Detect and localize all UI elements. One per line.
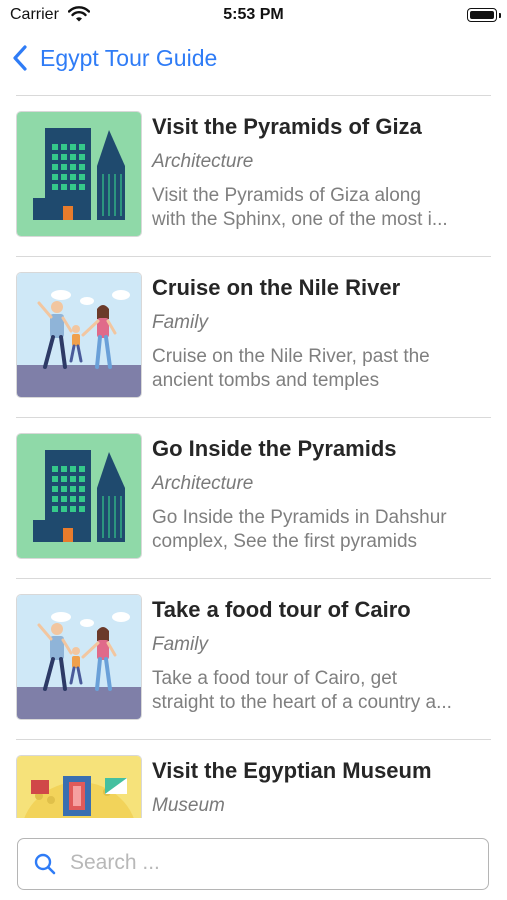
status-bar: Carrier 5:53 PM [0, 0, 507, 32]
tour-description-line: complex, See the first pyramids [152, 531, 418, 552]
tour-description: Take a food tour of Cairo, get straight … [152, 667, 492, 715]
tour-category: Family [152, 634, 208, 655]
back-button[interactable]: Egypt Tour Guide [10, 40, 217, 76]
tour-category: Architecture [152, 473, 254, 494]
battery-icon [467, 8, 497, 22]
tour-row[interactable]: Visit the Egyptian Museum Museum [0, 740, 507, 818]
tour-description-line: with the Sphinx, one of the most i... [152, 209, 448, 230]
search-icon [34, 853, 56, 875]
tour-description: Cruise on the Nile River, past the ancie… [152, 345, 492, 393]
chevron-left-icon [13, 45, 27, 71]
tour-description: Go Inside the Pyramids in Dahshur comple… [152, 506, 492, 554]
tour-description-line: Go Inside the Pyramids in Dahshur [152, 507, 447, 528]
search-box[interactable] [17, 838, 489, 890]
family-walking-thumbnail [17, 595, 141, 719]
tour-row[interactable]: Cruise on the Nile River Family Cruise o… [0, 257, 507, 418]
tour-category: Museum [152, 795, 225, 816]
tour-description-line: Visit the Pyramids of Giza along [152, 185, 421, 206]
tour-title: Visit the Pyramids of Giza [152, 114, 422, 139]
search-area [0, 818, 507, 900]
tour-title: Take a food tour of Cairo [152, 597, 411, 622]
tour-title: Go Inside the Pyramids [152, 436, 397, 461]
tour-category: Architecture [152, 151, 254, 172]
tour-description-line: straight to the heart of a country a... [152, 692, 452, 713]
tour-description-line: ancient tombs and temples [152, 370, 380, 391]
navigation-bar: Egypt Tour Guide [0, 36, 507, 80]
search-input[interactable] [70, 839, 470, 887]
back-button-label: Egypt Tour Guide [40, 44, 218, 71]
battery-nub [499, 13, 501, 18]
tour-description-line: Take a food tour of Cairo, get [152, 668, 398, 689]
clock: 5:53 PM [223, 6, 284, 23]
tour-title: Cruise on the Nile River [152, 275, 401, 300]
tour-list[interactable]: Visit the Pyramids of Giza Architecture … [0, 96, 507, 818]
tour-row[interactable]: Visit the Pyramids of Giza Architecture … [0, 96, 507, 257]
tour-row[interactable]: Go Inside the Pyramids Architecture Go I… [0, 418, 507, 579]
city-buildings-thumbnail [17, 112, 141, 236]
tour-row[interactable]: Take a food tour of Cairo Family Take a … [0, 579, 507, 740]
tour-description: Visit the Pyramids of Giza along with th… [152, 184, 492, 232]
family-walking-thumbnail [17, 273, 141, 397]
tour-title: Visit the Egyptian Museum [152, 758, 432, 783]
tour-description-line: Cruise on the Nile River, past the [152, 346, 430, 367]
city-buildings-thumbnail [17, 434, 141, 558]
tour-category: Family [152, 312, 208, 333]
museum-art-thumbnail [17, 756, 141, 818]
